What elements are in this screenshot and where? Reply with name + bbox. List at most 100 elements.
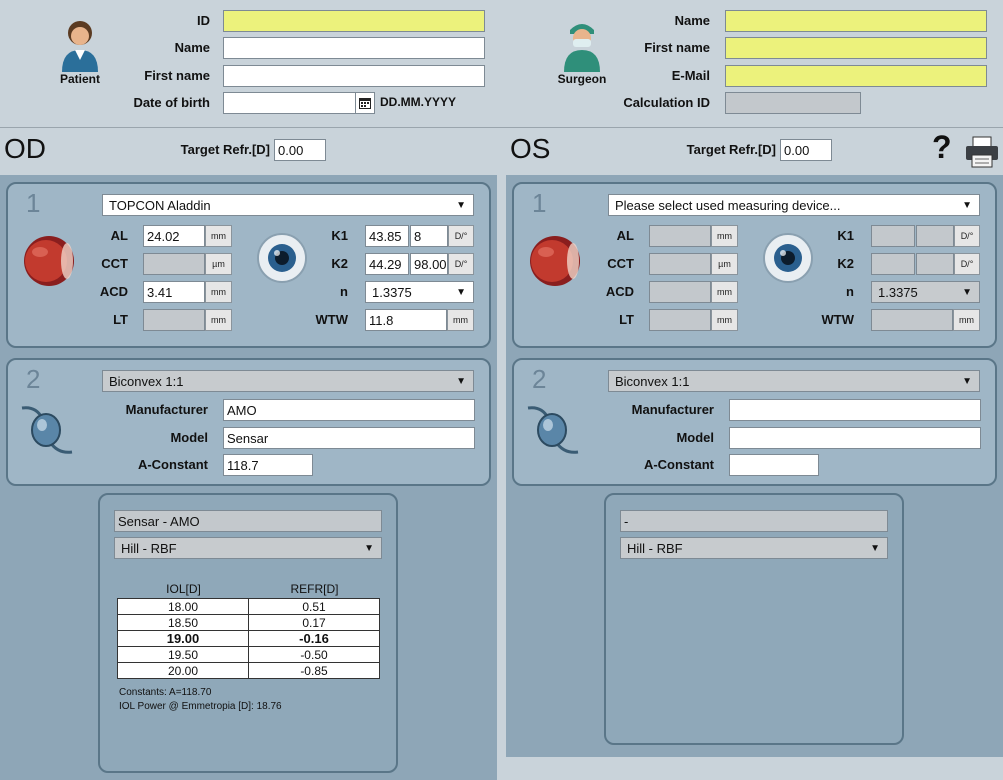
od-k1-input[interactable]: 43.85 bbox=[365, 225, 409, 247]
od-wtw-input[interactable]: 11.8 bbox=[365, 309, 447, 331]
eye-side-view-icon bbox=[24, 236, 74, 286]
table-row[interactable]: 20.00 -0.85 bbox=[117, 662, 380, 679]
os-cct-input[interactable] bbox=[649, 253, 711, 275]
od-n-select[interactable]: 1.3375 ▼ bbox=[365, 281, 474, 303]
od-acd-unit: mm bbox=[205, 281, 232, 303]
surgeon-avatar-icon bbox=[564, 24, 600, 72]
od-section-1-number: 1 bbox=[26, 188, 41, 218]
os-al-input[interactable] bbox=[649, 225, 711, 247]
patient-name-label: Name bbox=[174, 40, 210, 55]
od-k2-unit: D/° bbox=[448, 253, 474, 275]
od-formula-select[interactable]: Hill - RBF ▼ bbox=[114, 537, 382, 559]
os-manufacturer-label: Manufacturer bbox=[631, 402, 714, 417]
os-formula-select[interactable]: Hill - RBF ▼ bbox=[620, 537, 888, 559]
os-cct-unit: µm bbox=[711, 253, 738, 275]
surgeon-first-name-label: First name bbox=[644, 40, 710, 55]
os-result-lens-field: - bbox=[620, 510, 888, 532]
od-k1-axis-input[interactable]: 8 bbox=[410, 225, 448, 247]
os-k1-unit: D/° bbox=[954, 225, 980, 247]
od-toolbar: OD Target Refr.[D] 0.00 bbox=[0, 129, 497, 175]
od-results-panel: Sensar - AMO Hill - RBF ▼ IOL[D] REFR[D]… bbox=[98, 493, 398, 773]
chevron-down-icon: ▼ bbox=[962, 200, 972, 211]
od-model-input[interactable]: Sensar bbox=[223, 427, 475, 449]
od-acd-input[interactable]: 3.41 bbox=[143, 281, 205, 303]
chevron-down-icon: ▼ bbox=[364, 543, 374, 554]
patient-first-name-label: First name bbox=[144, 68, 210, 83]
od-biometry-section: 1 TOPCON Aladdin ▼ AL 24.02 mm CCT µm AC… bbox=[6, 182, 491, 348]
iol-cell: 19.50 bbox=[117, 646, 249, 663]
os-manufacturer-input[interactable] bbox=[729, 399, 981, 421]
od-device-select[interactable]: TOPCON Aladdin ▼ bbox=[102, 194, 474, 216]
os-target-refraction-input[interactable]: 0.00 bbox=[780, 139, 832, 161]
os-device-value: Please select used measuring device... bbox=[615, 198, 841, 213]
od-lt-unit: mm bbox=[205, 309, 232, 331]
od-k1-label: K1 bbox=[331, 228, 348, 243]
dob-format-hint: DD.MM.YYYY bbox=[380, 95, 457, 109]
patient-id-input[interactable] bbox=[223, 10, 485, 32]
refr-cell: -0.50 bbox=[248, 646, 380, 663]
od-target-refraction-label: Target Refr.[D] bbox=[180, 142, 270, 157]
patient-id-label: ID bbox=[197, 13, 210, 28]
patient-dob-input[interactable] bbox=[223, 92, 356, 114]
table-row[interactable]: 19.50 -0.50 bbox=[117, 646, 380, 663]
os-k2-axis-input[interactable] bbox=[916, 253, 954, 275]
os-acd-input[interactable] bbox=[649, 281, 711, 303]
surgeon-email-input[interactable] bbox=[725, 65, 987, 87]
calendar-button[interactable] bbox=[355, 92, 375, 114]
surgeon-first-name-input[interactable] bbox=[725, 37, 987, 59]
od-k2-axis-input[interactable]: 98.00 bbox=[410, 253, 448, 275]
table-row[interactable]: 18.00 0.51 bbox=[117, 598, 380, 615]
os-device-select[interactable]: Please select used measuring device... ▼ bbox=[608, 194, 980, 216]
os-formula-value: Hill - RBF bbox=[627, 541, 683, 556]
os-lt-input[interactable] bbox=[649, 309, 711, 331]
os-k1-axis-input[interactable] bbox=[916, 225, 954, 247]
iol-cell: 18.00 bbox=[117, 598, 249, 615]
refr-cell: -0.16 bbox=[248, 630, 380, 647]
od-lt-input[interactable] bbox=[143, 309, 205, 331]
iol-cell: 19.00 bbox=[117, 630, 249, 647]
bottom-strip bbox=[506, 757, 1003, 780]
od-results-table: 18.00 0.51 18.50 0.17 19.00 -0.16 19.50 -0.5… bbox=[117, 598, 380, 679]
chevron-down-icon: ▼ bbox=[962, 376, 972, 387]
os-model-input[interactable] bbox=[729, 427, 981, 449]
od-constants-text: Constants: A=118.70 bbox=[119, 687, 212, 698]
chevron-down-icon: ▼ bbox=[456, 287, 466, 298]
table-row-selected[interactable]: 19.00 -0.16 bbox=[117, 630, 380, 647]
od-pane: OD Target Refr.[D] 0.00 1 TOPCON Aladdin… bbox=[0, 129, 497, 780]
os-lens-type-value: Biconvex 1:1 bbox=[615, 374, 690, 389]
od-manufacturer-input[interactable]: AMO bbox=[223, 399, 475, 421]
patient-name-input[interactable] bbox=[223, 37, 485, 59]
os-lens-type-select[interactable]: Biconvex 1:1 ▼ bbox=[608, 370, 980, 392]
od-lens-type-select[interactable]: Biconvex 1:1 ▼ bbox=[102, 370, 474, 392]
refr-cell: 0.17 bbox=[248, 614, 380, 631]
table-row[interactable]: 18.50 0.17 bbox=[117, 614, 380, 631]
os-a-constant-input[interactable] bbox=[729, 454, 819, 476]
os-n-select[interactable]: 1.3375 ▼ bbox=[871, 281, 980, 303]
os-k1-input[interactable] bbox=[871, 225, 915, 247]
od-cct-input[interactable] bbox=[143, 253, 205, 275]
os-model-label: Model bbox=[676, 430, 714, 445]
printer-icon[interactable] bbox=[964, 135, 1000, 169]
patient-first-name-input[interactable] bbox=[223, 65, 485, 87]
os-al-label: AL bbox=[616, 228, 634, 243]
od-target-refraction-input[interactable]: 0.00 bbox=[274, 139, 326, 161]
od-title: OD bbox=[4, 133, 46, 164]
surgeon-name-input[interactable] bbox=[725, 10, 987, 32]
os-k2-unit: D/° bbox=[954, 253, 980, 275]
os-k2-input[interactable] bbox=[871, 253, 915, 275]
os-target-refraction-label: Target Refr.[D] bbox=[686, 142, 776, 157]
od-al-input[interactable]: 24.02 bbox=[143, 225, 205, 247]
os-al-unit: mm bbox=[711, 225, 738, 247]
od-lens-section: 2 Biconvex 1:1 ▼ Manufacturer AMO Model … bbox=[6, 358, 491, 486]
os-wtw-input[interactable] bbox=[871, 309, 953, 331]
od-model-label: Model bbox=[170, 430, 208, 445]
os-wtw-label: WTW bbox=[821, 312, 854, 327]
chevron-down-icon: ▼ bbox=[456, 376, 466, 387]
od-a-constant-input[interactable]: 118.7 bbox=[223, 454, 313, 476]
eye-front-view-icon bbox=[257, 233, 307, 283]
os-section-1-number: 1 bbox=[532, 188, 547, 218]
chevron-down-icon: ▼ bbox=[456, 200, 466, 211]
os-results-panel: - Hill - RBF ▼ bbox=[604, 493, 904, 745]
od-k2-input[interactable]: 44.29 bbox=[365, 253, 409, 275]
question-mark-icon[interactable]: ? bbox=[932, 129, 952, 166]
